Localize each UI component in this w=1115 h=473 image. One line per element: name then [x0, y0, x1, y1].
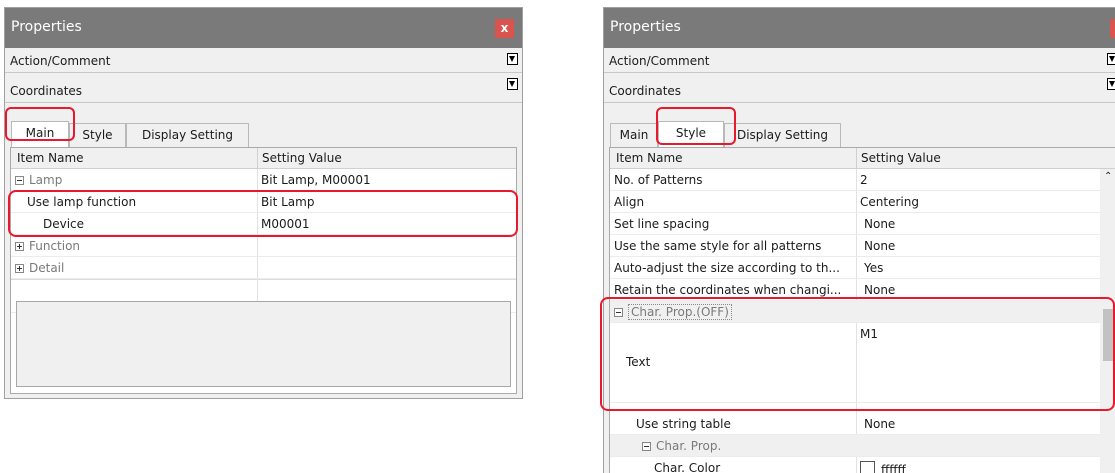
section-action-comment[interactable]: Action/Comment	[604, 49, 1115, 73]
grid-row-char-color[interactable]: Char. Color ffffff	[610, 457, 1115, 473]
setting-value: Bit Lamp, M00001	[261, 173, 371, 187]
dropdown-arrow-icon[interactable]	[507, 53, 518, 65]
setting-value[interactable]: None	[864, 417, 895, 431]
scroll-up-icon[interactable]: ⌃	[1104, 171, 1112, 182]
tab-style[interactable]: Style	[69, 123, 126, 147]
dropdown-arrow-icon[interactable]	[507, 78, 518, 90]
tab-display-setting[interactable]: Display Setting	[126, 123, 249, 147]
grid-row-char-prop[interactable]: Char. Prop.	[610, 435, 1115, 457]
section-coordinates[interactable]: Coordinates	[5, 78, 522, 103]
grid-row-detail[interactable]: Detail	[11, 257, 516, 279]
highlight-tab-style	[656, 107, 736, 145]
panel-title: Properties	[11, 19, 82, 35]
highlight-lamp-rows	[8, 190, 518, 237]
grid-row-function[interactable]: Function	[11, 235, 516, 257]
setting-value[interactable]: Yes	[864, 261, 883, 275]
setting-value[interactable]: None	[864, 283, 895, 297]
grid-row[interactable]: No. of Patterns 2	[610, 169, 1115, 191]
column-header-setting-value: Setting Value	[856, 148, 941, 168]
column-header-item-name: Item Name	[616, 151, 683, 165]
item-name: Use the same style for all patterns	[614, 239, 822, 253]
highlight-tab-main	[5, 107, 75, 141]
dropdown-arrow-icon[interactable]	[1107, 53, 1115, 65]
grid-row[interactable]: Auto-adjust the size according to th... …	[610, 257, 1115, 279]
title-bar: Properties x	[604, 8, 1115, 48]
grid-row[interactable]: Use the same style for all patterns None	[610, 235, 1115, 257]
title-bar: Properties x	[5, 8, 522, 48]
item-name: No. of Patterns	[614, 173, 703, 187]
color-swatch[interactable]	[860, 461, 875, 473]
property-grid: Item Name Setting Value Lamp Bit Lamp, M…	[10, 147, 517, 394]
close-button[interactable]: x	[495, 19, 514, 38]
item-name: Set line spacing	[614, 217, 710, 231]
item-name: Char. Prop.	[656, 439, 722, 453]
grid-header: Item Name Setting Value	[610, 148, 1115, 169]
section-label: Action/Comment	[609, 54, 710, 68]
collapse-icon[interactable]	[642, 442, 651, 451]
expand-icon[interactable]	[15, 242, 24, 251]
highlight-char-prop-off	[600, 297, 1115, 411]
grid-row[interactable]: Use string table None	[610, 413, 1115, 435]
item-name: Detail	[29, 261, 65, 275]
grid-row-lamp[interactable]: Lamp Bit Lamp, M00001	[11, 169, 516, 191]
collapse-icon[interactable]	[15, 176, 24, 185]
description-area	[16, 301, 511, 387]
section-label: Action/Comment	[10, 54, 111, 68]
section-action-comment[interactable]: Action/Comment	[5, 49, 522, 73]
item-name: Function	[29, 239, 81, 253]
setting-value[interactable]: None	[864, 217, 895, 231]
close-button[interactable]: x	[1110, 19, 1115, 38]
setting-value[interactable]: ffffff	[881, 463, 906, 473]
item-name: Auto-adjust the size according to th...	[614, 261, 840, 275]
expand-icon[interactable]	[15, 264, 24, 273]
tab-display-setting[interactable]: Display Setting	[724, 123, 841, 147]
section-coordinates[interactable]: Coordinates	[604, 78, 1115, 103]
item-name: Use string table	[636, 417, 731, 431]
item-name: Align	[614, 195, 645, 209]
column-header-setting-value: Setting Value	[257, 148, 342, 168]
section-label: Coordinates	[10, 84, 83, 98]
grid-header: Item Name Setting Value	[11, 148, 516, 169]
dropdown-arrow-icon[interactable]	[1107, 78, 1115, 90]
tab-main[interactable]: Main	[610, 123, 658, 147]
setting-value[interactable]: None	[864, 239, 895, 253]
grid-row[interactable]: Align Centering	[610, 191, 1115, 213]
section-label: Coordinates	[609, 84, 682, 98]
panel-title: Properties	[610, 19, 681, 35]
item-name: Retain the coordinates when changi...	[614, 283, 842, 297]
item-name: Lamp	[29, 173, 63, 187]
grid-row[interactable]: Set line spacing None	[610, 213, 1115, 235]
column-header-item-name: Item Name	[17, 151, 84, 165]
item-name: Char. Color	[654, 461, 721, 473]
setting-value[interactable]: Centering	[860, 195, 919, 209]
setting-value[interactable]: 2	[860, 173, 868, 187]
